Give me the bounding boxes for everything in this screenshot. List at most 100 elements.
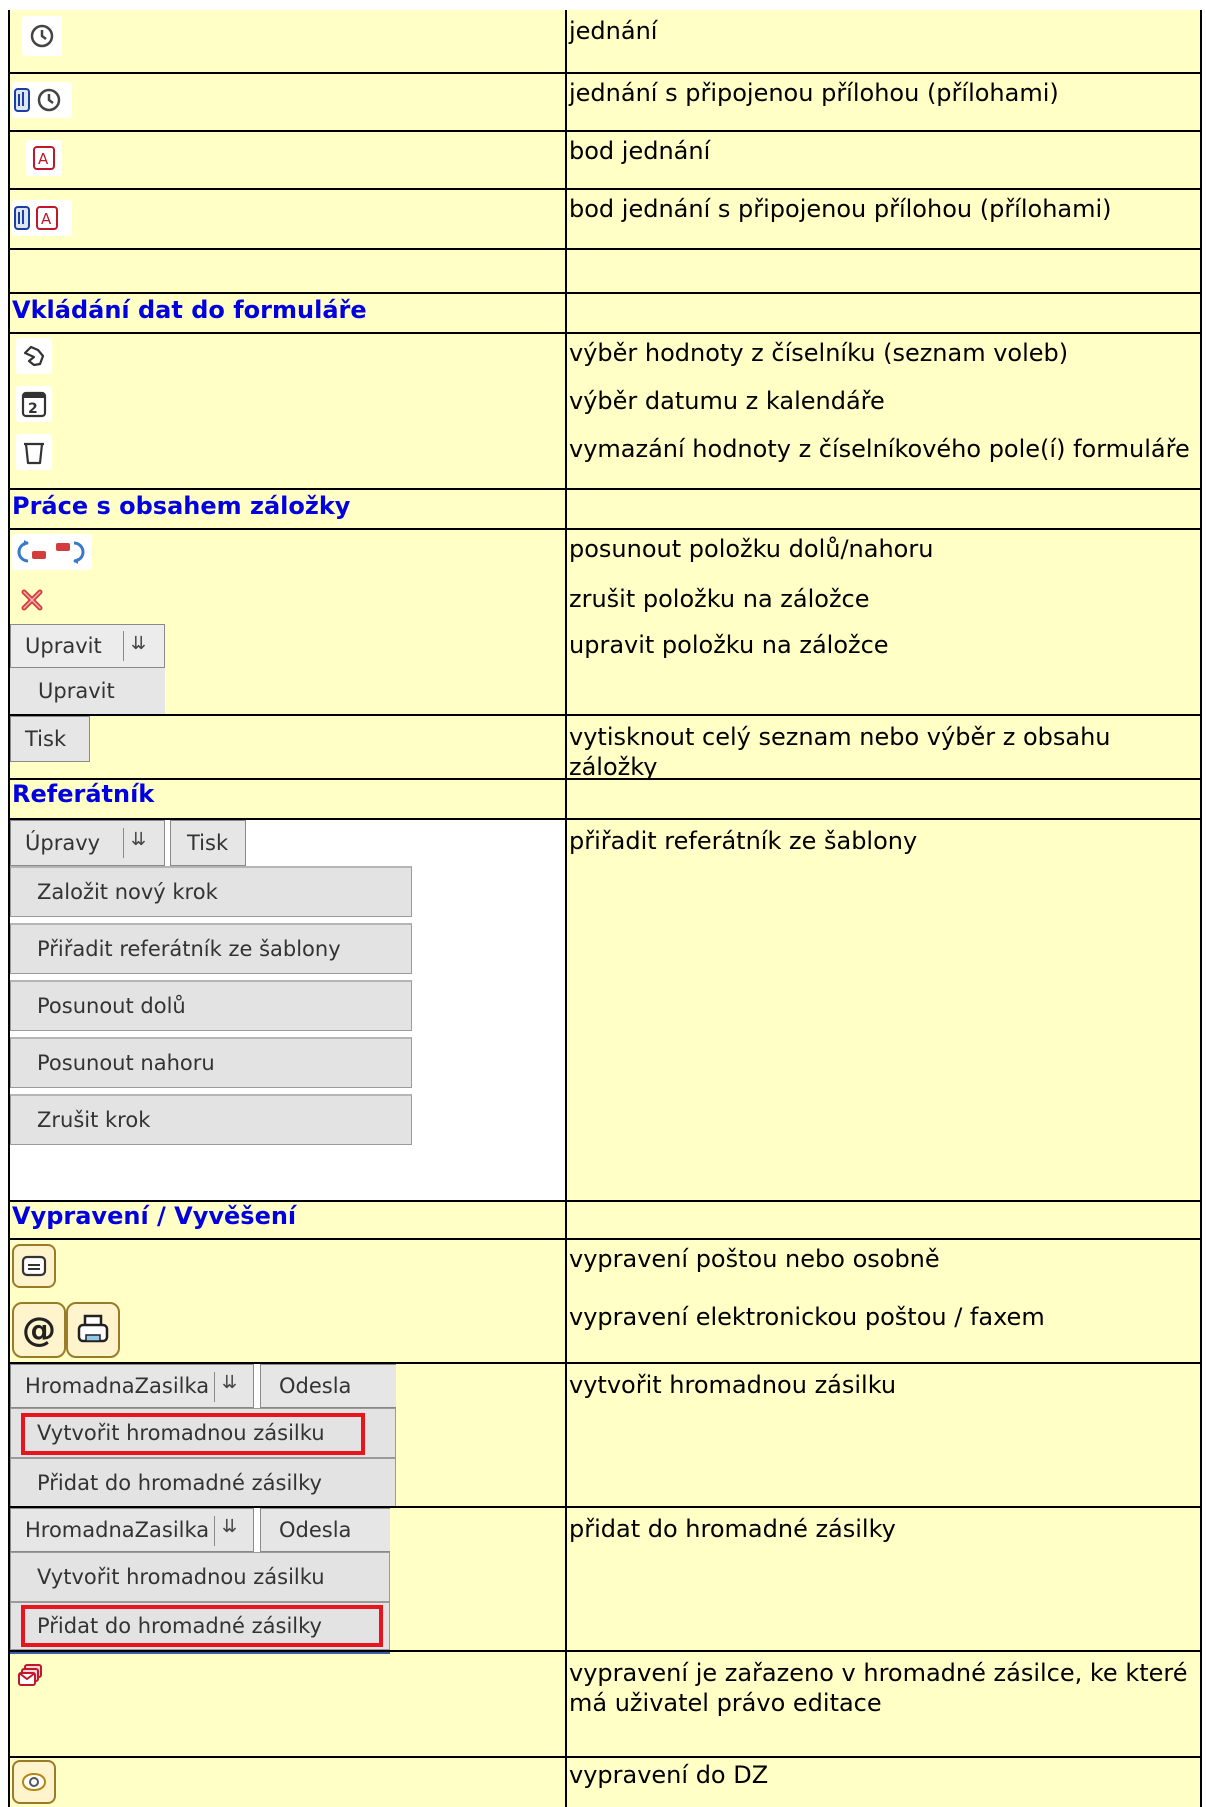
table-row: vypravení do DZ xyxy=(10,1754,1200,1807)
menu-item-label: Vytvořit hromadnou zásilku xyxy=(37,1421,325,1445)
menu-item-label: Posunout nahoru xyxy=(37,1051,215,1075)
menu-item[interactable]: Posunout dolů xyxy=(10,980,412,1031)
row-description: vypravení je zařazeno v hromadné zásilce… xyxy=(569,1659,1188,1717)
section-title: Vkládání dat do formuláře xyxy=(12,296,367,324)
button-label: Odesla xyxy=(279,1374,352,1398)
chevron-down-icon[interactable]: ⇊ xyxy=(131,633,146,654)
row-description: výběr hodnoty z číselníku (seznam voleb) xyxy=(569,339,1069,367)
odeslat-button[interactable]: Odesla xyxy=(260,1364,396,1408)
row-description: vypravení poštou nebo osobně xyxy=(569,1245,940,1273)
row-description: přiřadit referátník ze šablony xyxy=(569,827,918,855)
table-row: @ vypravení elektronickou poštou / faxem xyxy=(10,1296,1200,1362)
upravy-dropdown-button[interactable]: Úpravy ⇊ xyxy=(10,820,165,866)
toolbar: Úpravy ⇊ Tisk xyxy=(10,820,412,866)
table-row: A bod jednání xyxy=(10,130,1200,190)
button-label: Úpravy xyxy=(25,831,101,855)
odeslat-button[interactable]: Odesla xyxy=(260,1508,390,1552)
row-description: vytisknout celý seznam nebo výběr z obsa… xyxy=(569,723,1111,781)
calendar-icon[interactable]: 2 xyxy=(16,386,52,422)
menu-item-label: Vytvořit hromadnou zásilku xyxy=(37,1565,325,1589)
menu-item[interactable]: Přiřadit referátník ze šablony xyxy=(10,923,412,974)
table-row: A bod jednání s připojenou přílohou (pří… xyxy=(10,188,1200,250)
row-description: vypravení do DZ xyxy=(569,1761,769,1789)
at-symbol: @ xyxy=(22,1310,56,1350)
table-row: zrušit položku na záložce xyxy=(10,578,1200,624)
row-description xyxy=(567,248,1200,292)
button-label: Tisk xyxy=(25,727,67,751)
row-description: vytvořit hromadnou zásilku xyxy=(569,1371,897,1399)
row-description: přidat do hromadné zásilky xyxy=(569,1515,896,1543)
email-icon[interactable]: @ xyxy=(12,1302,66,1358)
letter-icon[interactable] xyxy=(12,1244,56,1288)
upravit-dropdown-button[interactable]: Upravit ⇊ xyxy=(10,624,165,668)
menu-item-label: Zrušit krok xyxy=(37,1108,151,1132)
section-header-row: Práce s obsahem záložky xyxy=(10,488,1200,530)
section-title: Vypravení / Vyvěšení xyxy=(12,1202,297,1230)
attachment-clock-icon xyxy=(12,82,72,118)
menu-item-create-mass-mail[interactable]: Vytvořit hromadnou zásilku xyxy=(10,1552,390,1602)
row-description: bod jednání s připojenou přílohou (přílo… xyxy=(569,195,1112,223)
menu-item-label: Upravit xyxy=(38,679,115,703)
move-down-up-icon[interactable] xyxy=(12,534,92,570)
clock-icon xyxy=(22,16,62,56)
legend-table: jednání jednání s připojenou přílohou (p… xyxy=(8,10,1202,1807)
mass-mail-widget: HromadnaZasilka ⇊ Odesla Vytvořit hromad… xyxy=(10,1364,396,1506)
tisk-button[interactable]: Tisk xyxy=(10,716,90,762)
menu-item-label: Posunout dolů xyxy=(37,994,186,1018)
section-header-row: Vkládání dat do formuláře xyxy=(10,292,1200,334)
select-list-icon[interactable] xyxy=(16,338,52,374)
section-header-row: Referátník xyxy=(10,776,1200,818)
chevron-down-icon[interactable]: ⇊ xyxy=(222,1372,237,1393)
menu-item-create-mass-mail[interactable]: Vytvořit hromadnou zásilku xyxy=(10,1408,396,1458)
section-title: Referátník xyxy=(12,780,155,808)
hromadna-zasilka-dropdown[interactable]: HromadnaZasilka ⇊ xyxy=(10,1364,254,1408)
button-label: Tisk xyxy=(187,831,229,855)
chevron-down-icon[interactable]: ⇊ xyxy=(131,829,146,850)
row-description: bod jednání xyxy=(569,137,711,165)
table-row: Úpravy ⇊ Tisk Založit nový krok Přiřadit … xyxy=(10,818,1200,1202)
table-row: jednání xyxy=(10,10,1200,74)
data-box-icon[interactable] xyxy=(12,1760,56,1804)
tisk-button[interactable]: Tisk xyxy=(170,820,246,866)
menu-item-label: Přidat do hromadné zásilky xyxy=(37,1471,322,1495)
section-title: Práce s obsahem záložky xyxy=(12,492,351,520)
table-row: HromadnaZasilka ⇊ Odesla Vytvořit hromad… xyxy=(10,1506,1200,1654)
agenda-item-icon: A xyxy=(26,140,62,176)
table-row: vypravení je zařazeno v hromadné zásilce… xyxy=(10,1650,1200,1758)
menu-item[interactable]: Zrušit krok xyxy=(10,1094,412,1145)
table-row: vypravení poštou nebo osobně xyxy=(10,1238,1200,1296)
table-row: jednání s připojenou přílohou (přílohami… xyxy=(10,72,1200,132)
table-row: Upravit ⇊ Upravit upravit položku na zál… xyxy=(10,624,1200,714)
svg-text:A: A xyxy=(41,210,52,228)
hromadna-zasilka-dropdown[interactable]: HromadnaZasilka ⇊ xyxy=(10,1508,254,1552)
upravit-menu-item[interactable]: Upravit xyxy=(10,668,165,714)
mass-mail-widget: HromadnaZasilka ⇊ Odesla Vytvořit hromad… xyxy=(10,1508,390,1650)
menu-item-add-to-mass-mail[interactable]: Přidat do hromadné zásilky xyxy=(10,1602,390,1650)
menu-item[interactable]: Posunout nahoru xyxy=(10,1037,412,1088)
delete-item-icon[interactable] xyxy=(12,582,52,618)
section-header-row: Vypravení / Vyvěšení xyxy=(10,1198,1200,1240)
svg-text:2: 2 xyxy=(28,401,38,417)
table-row xyxy=(10,248,1200,294)
menu-item[interactable]: Založit nový krok xyxy=(10,866,412,917)
dropdown-menu: Založit nový krok Přiřadit referátník ze … xyxy=(10,866,412,1151)
row-description: výběr datumu z kalendáře xyxy=(569,387,885,415)
attachment-agenda-item-icon: A xyxy=(12,200,72,236)
menu-item-add-to-mass-mail[interactable]: Přidat do hromadné zásilky xyxy=(10,1458,396,1506)
menu-item-label: Přiřadit referátník ze šablony xyxy=(37,937,341,961)
table-row: HromadnaZasilka ⇊ Odesla Vytvořit hromad… xyxy=(10,1362,1200,1508)
fax-icon[interactable] xyxy=(66,1302,120,1358)
row-description: vymazání hodnoty z číselníkového pole(í)… xyxy=(569,435,1190,463)
chevron-down-icon[interactable]: ⇊ xyxy=(222,1516,237,1537)
button-label: HromadnaZasilka xyxy=(25,1518,210,1542)
button-label: HromadnaZasilka xyxy=(25,1374,210,1398)
row-description: jednání xyxy=(569,17,658,45)
trash-icon[interactable] xyxy=(16,434,52,470)
row-description: upravit položku na záložce xyxy=(569,631,889,659)
table-row: 2 výběr datumu z kalendáře xyxy=(10,380,1200,428)
row-description: posunout položku dolů/nahoru xyxy=(569,535,934,563)
table-row: Tisk vytisknout celý seznam nebo výběr z… xyxy=(10,714,1200,781)
button-label: Odesla xyxy=(279,1518,352,1542)
table-row: posunout položku dolů/nahoru xyxy=(10,528,1200,578)
table-row: vymazání hodnoty z číselníkového pole(í)… xyxy=(10,428,1200,490)
